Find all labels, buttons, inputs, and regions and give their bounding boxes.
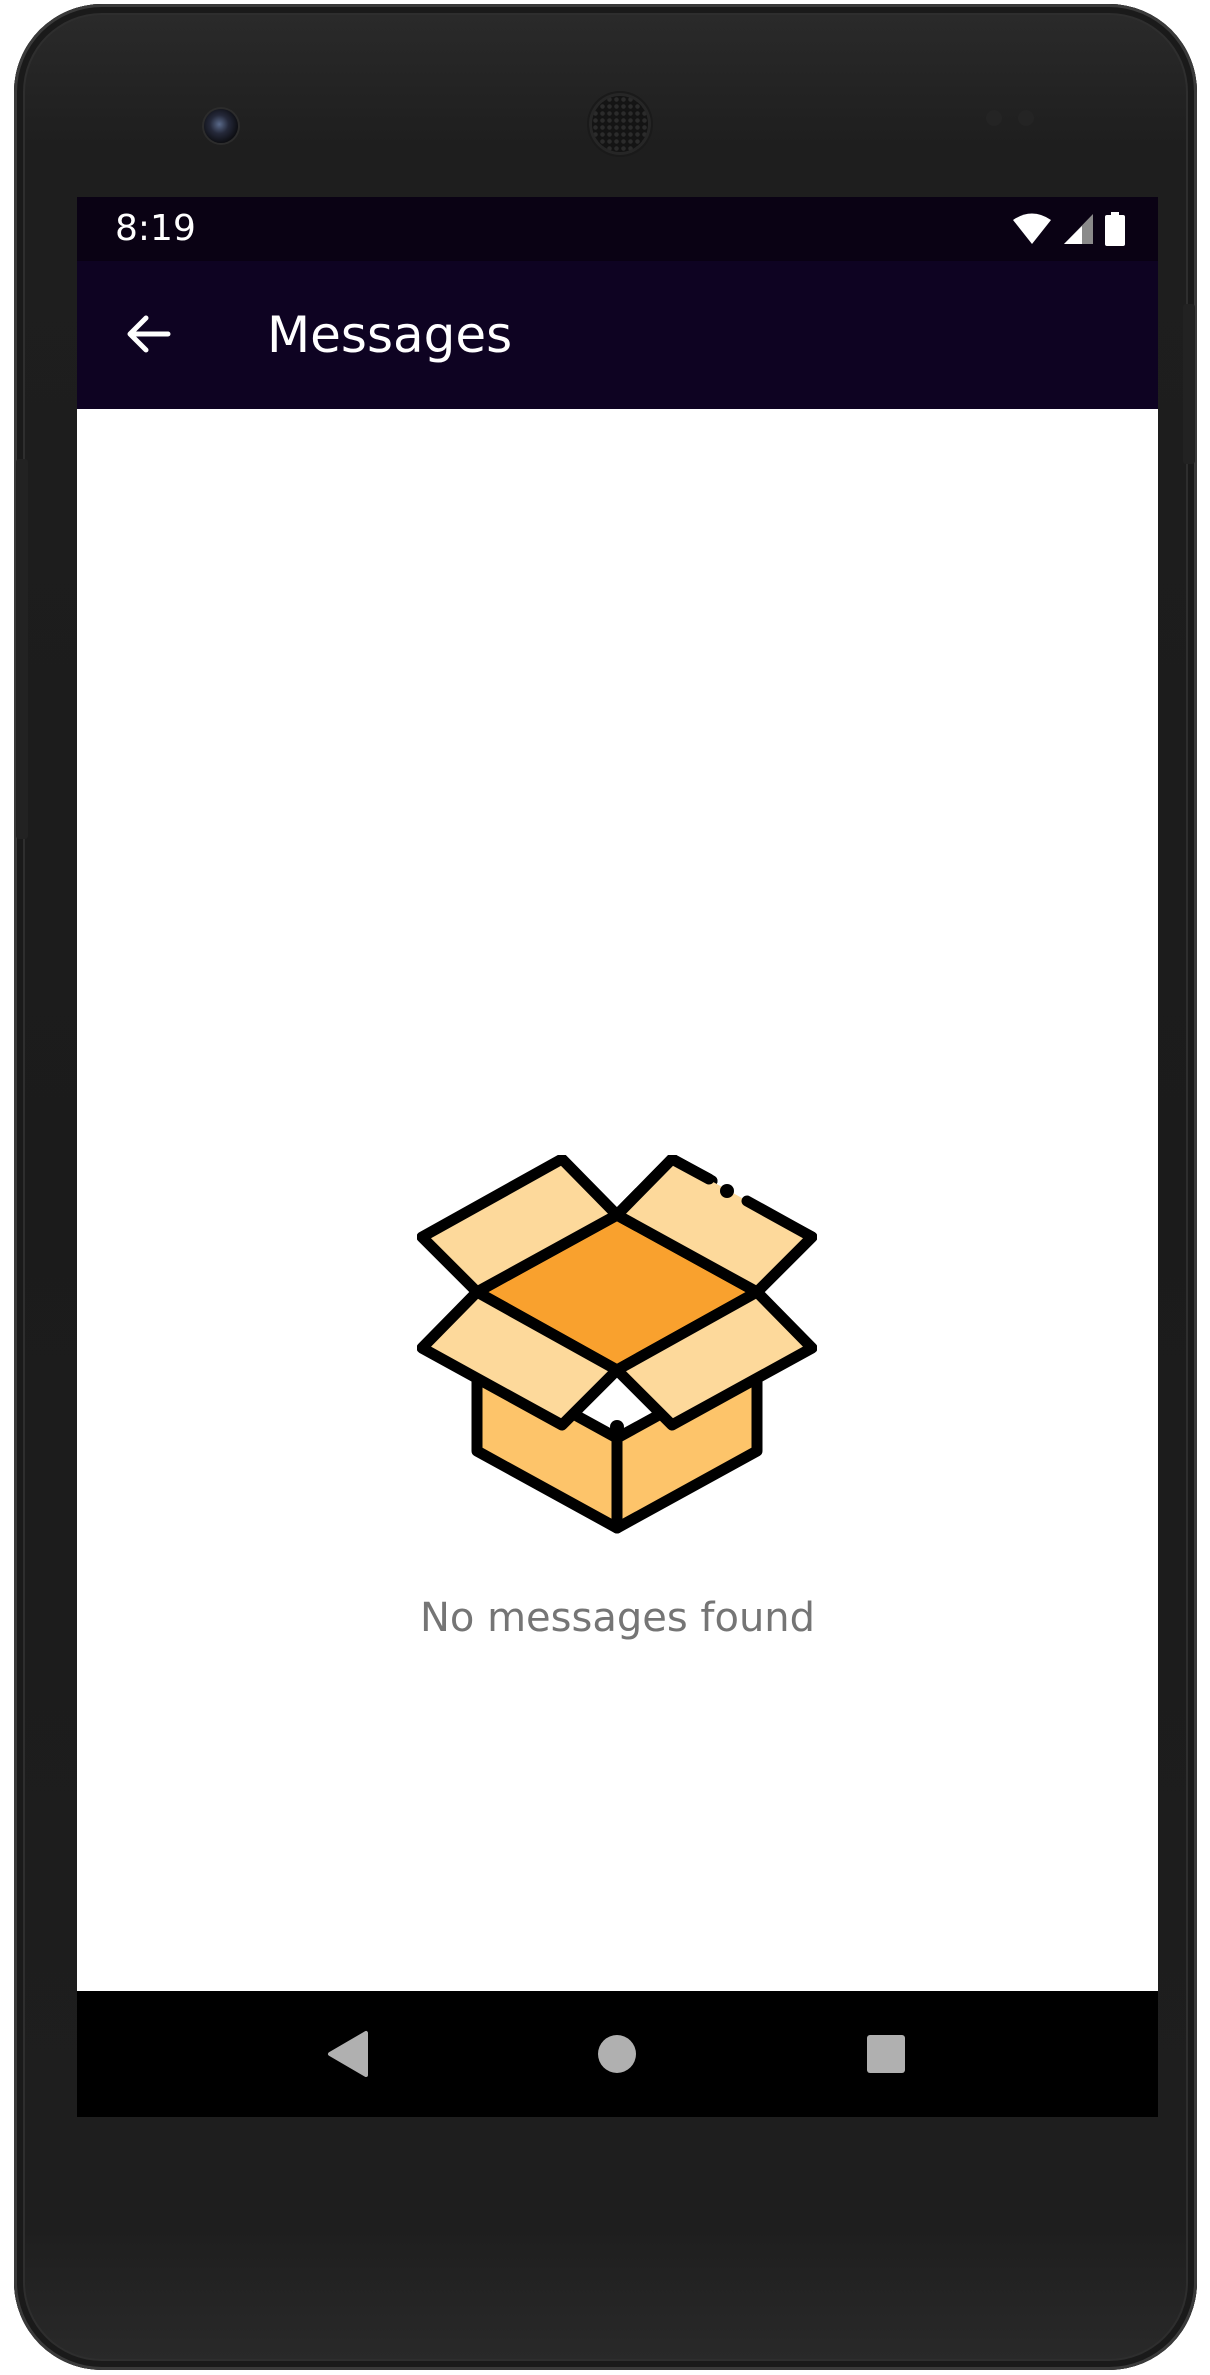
device-screenshot: 8:19 Messages No messages found <box>0 0 1210 2375</box>
cell-signal-icon <box>1064 214 1093 244</box>
home-circle-icon <box>598 2035 636 2073</box>
front-camera <box>204 109 238 143</box>
wifi-icon <box>1013 213 1051 244</box>
app-bar: Messages <box>77 261 1158 409</box>
system-nav-bar <box>77 1991 1158 2117</box>
status-icons <box>1012 211 1126 247</box>
page-title: Messages <box>267 306 513 364</box>
nav-back-button[interactable] <box>313 2019 383 2089</box>
battery-icon <box>1105 212 1125 246</box>
proximity-sensors <box>982 110 1042 128</box>
messages-list-area: No messages found <box>77 409 1158 1991</box>
back-button[interactable] <box>115 301 181 367</box>
nav-home-button[interactable] <box>582 2019 652 2089</box>
device-screen: 8:19 Messages No messages found <box>77 197 1158 2117</box>
phone-frame: 8:19 Messages No messages found <box>14 4 1197 2370</box>
arrow-back-icon <box>127 315 171 353</box>
nav-recents-button[interactable] <box>851 2019 921 2089</box>
open-box-icon <box>417 1155 817 1534</box>
status-time: 8:19 <box>115 208 196 249</box>
recents-square-icon <box>867 2035 905 2073</box>
power-button <box>1183 304 1195 464</box>
earpiece-speaker <box>592 96 648 152</box>
volume-button <box>16 459 28 839</box>
empty-state-message: No messages found <box>419 1595 816 1641</box>
back-triangle-icon <box>328 2031 368 2077</box>
status-bar: 8:19 <box>77 197 1158 261</box>
